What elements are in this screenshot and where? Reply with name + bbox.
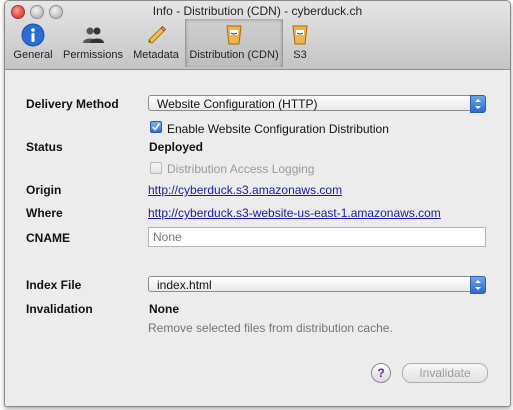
status-value: Deployed <box>149 140 204 154</box>
select-arrows-icon <box>470 95 486 113</box>
distribution-access-logging-checkbox[interactable] <box>150 162 162 174</box>
where-label: Where <box>26 206 63 220</box>
info-icon <box>21 23 45 47</box>
toolbar-metadata[interactable]: Metadata <box>129 19 183 67</box>
help-button[interactable]: ? <box>371 363 391 383</box>
select-arrows-icon <box>470 276 486 294</box>
toolbar-s3[interactable]: S3 <box>285 19 315 67</box>
cname-field[interactable] <box>148 227 486 247</box>
toolbar-distribution-cdn[interactable]: Distribution (CDN) <box>185 19 283 67</box>
info-window: Info - Distribution (CDN) - cyberduck.ch… <box>4 0 511 407</box>
toolbar-s3-label: S3 <box>293 49 307 61</box>
distribution-access-logging-label: Distribution Access Logging <box>167 162 315 176</box>
index-file-select[interactable]: index.html <box>148 276 486 294</box>
amazon-bucket-icon <box>226 25 242 45</box>
delivery-method-label: Delivery Method <box>26 97 119 111</box>
where-link[interactable]: http://cyberduck.s3-website-us-east-1.am… <box>148 206 441 220</box>
index-file-label: Index File <box>26 278 82 292</box>
users-icon <box>83 27 104 43</box>
invalidation-value: None <box>149 302 179 316</box>
delivery-method-select[interactable]: Website Configuration (HTTP) <box>148 95 486 113</box>
cname-label: CNAME <box>26 231 70 245</box>
delivery-method-value: Website Configuration (HTTP) <box>157 97 318 111</box>
enable-website-distribution-label: Enable Website Configuration Distributio… <box>167 122 389 136</box>
titlebar: Info - Distribution (CDN) - cyberduck.ch… <box>5 1 510 70</box>
amazon-bucket-icon <box>292 25 308 45</box>
enable-website-distribution-checkbox[interactable] <box>150 121 162 133</box>
index-file-value: index.html <box>157 278 212 292</box>
origin-label: Origin <box>26 183 62 197</box>
invalidate-button[interactable]: Invalidate <box>402 363 488 383</box>
status-label: Status <box>26 140 63 154</box>
toolbar-permissions[interactable]: Permissions <box>61 19 125 67</box>
toolbar-permissions-label: Permissions <box>63 49 123 61</box>
toolbar-general-label: General <box>13 49 53 61</box>
origin-link[interactable]: http://cyberduck.s3.amazonaws.com <box>148 183 342 197</box>
invalidation-label: Invalidation <box>26 302 93 316</box>
window-title: Info - Distribution (CDN) - cyberduck.ch <box>152 4 363 18</box>
toolbar-general[interactable]: General <box>11 19 55 67</box>
invalidation-paths-field[interactable] <box>148 319 486 345</box>
toolbar-metadata-label: Metadata <box>133 49 179 61</box>
checkmark-icon <box>152 123 161 131</box>
help-icon: ? <box>377 366 385 380</box>
pencil-icon <box>148 25 167 44</box>
toolbar-distribution-label: Distribution (CDN) <box>189 49 279 61</box>
